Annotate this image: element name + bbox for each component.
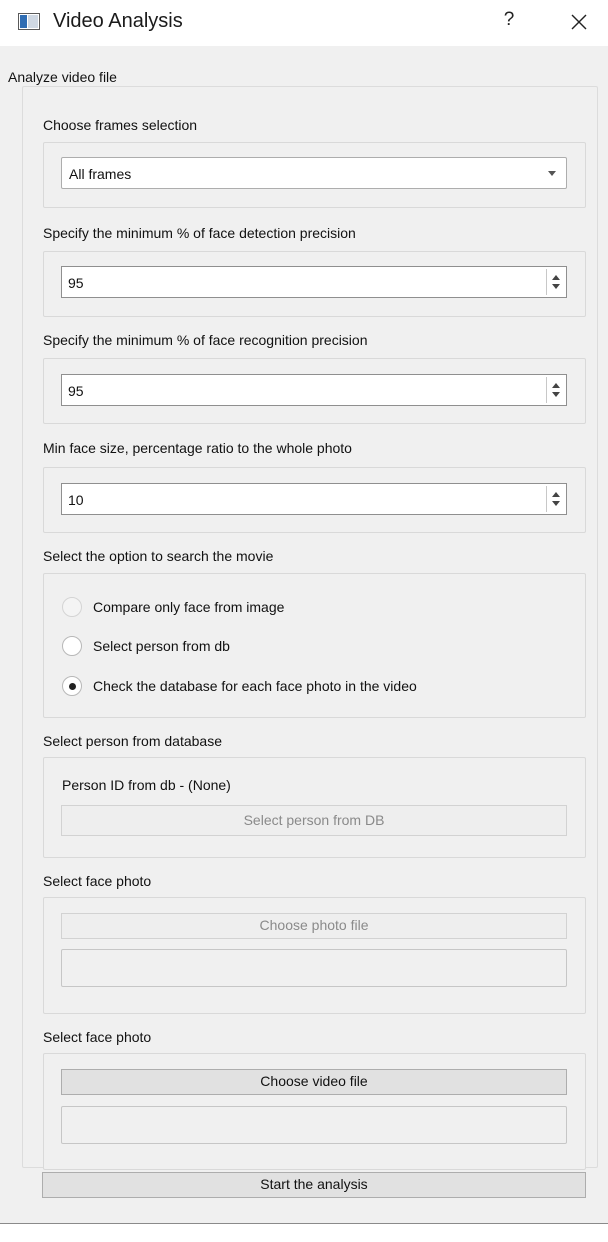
- face-size-spinbox[interactable]: 10: [61, 483, 567, 515]
- chevron-down-icon: [548, 171, 556, 176]
- detection-spin-buttons[interactable]: [546, 269, 564, 295]
- radio-button[interactable]: [62, 636, 82, 656]
- photo-path-field: [61, 949, 567, 987]
- start-analysis-button[interactable]: Start the analysis: [42, 1172, 586, 1198]
- photo-section-label: Select face photo: [43, 873, 152, 889]
- dialog-body: Analyze video file Choose frames selecti…: [0, 46, 608, 1224]
- title-bar: Video Analysis ?: [0, 0, 608, 46]
- detection-label: Specify the minimum % of face detection …: [43, 225, 356, 241]
- recognition-spin-buttons[interactable]: [546, 377, 564, 403]
- close-icon[interactable]: [566, 8, 592, 36]
- frames-combobox-value: All frames: [69, 166, 132, 182]
- radio-button[interactable]: [62, 676, 82, 696]
- radio-selected-dot: [69, 683, 76, 690]
- recognition-label: Specify the minimum % of face recognitio…: [43, 332, 368, 348]
- help-button[interactable]: ?: [497, 9, 521, 35]
- choose-video-button[interactable]: Choose video file: [61, 1069, 567, 1095]
- detection-value: 95: [68, 275, 84, 291]
- recognition-spinbox[interactable]: 95: [61, 374, 567, 406]
- radio-check-database[interactable]: Check the database for each face photo i…: [62, 674, 562, 698]
- radio-button[interactable]: [62, 597, 82, 617]
- person-section-label: Select person from database: [43, 733, 222, 749]
- frames-combobox[interactable]: All frames: [61, 157, 567, 189]
- spin-up-icon[interactable]: [552, 492, 560, 497]
- select-person-button[interactable]: Select person from DB: [61, 805, 567, 836]
- window-icon: [18, 13, 40, 30]
- spin-up-icon[interactable]: [552, 383, 560, 388]
- detection-spinbox[interactable]: 95: [61, 266, 567, 298]
- face-size-spin-buttons[interactable]: [546, 486, 564, 512]
- face-size-label: Min face size, percentage ratio to the w…: [43, 440, 352, 456]
- spin-down-icon[interactable]: [552, 284, 560, 289]
- spin-down-icon[interactable]: [552, 501, 560, 506]
- recognition-value: 95: [68, 383, 84, 399]
- person-id-text: Person ID from db - (None): [62, 777, 231, 793]
- spin-up-icon[interactable]: [552, 275, 560, 280]
- video-section-label: Select face photo: [43, 1029, 152, 1045]
- search-option-label: Select the option to search the movie: [43, 548, 274, 564]
- choose-photo-button[interactable]: Choose photo file: [61, 913, 567, 939]
- analyze-group-title: Analyze video file: [8, 69, 117, 85]
- radio-label: Select person from db: [93, 638, 230, 654]
- frames-label: Choose frames selection: [43, 117, 198, 133]
- radio-select-person[interactable]: Select person from db: [62, 634, 462, 658]
- window-title: Video Analysis: [53, 10, 183, 32]
- radio-label: Compare only face from image: [93, 599, 285, 615]
- spin-down-icon[interactable]: [552, 392, 560, 397]
- radio-compare-face[interactable]: Compare only face from image: [62, 595, 462, 619]
- face-size-value: 10: [68, 492, 84, 508]
- video-path-field: [61, 1106, 567, 1144]
- radio-label: Check the database for each face photo i…: [93, 678, 417, 694]
